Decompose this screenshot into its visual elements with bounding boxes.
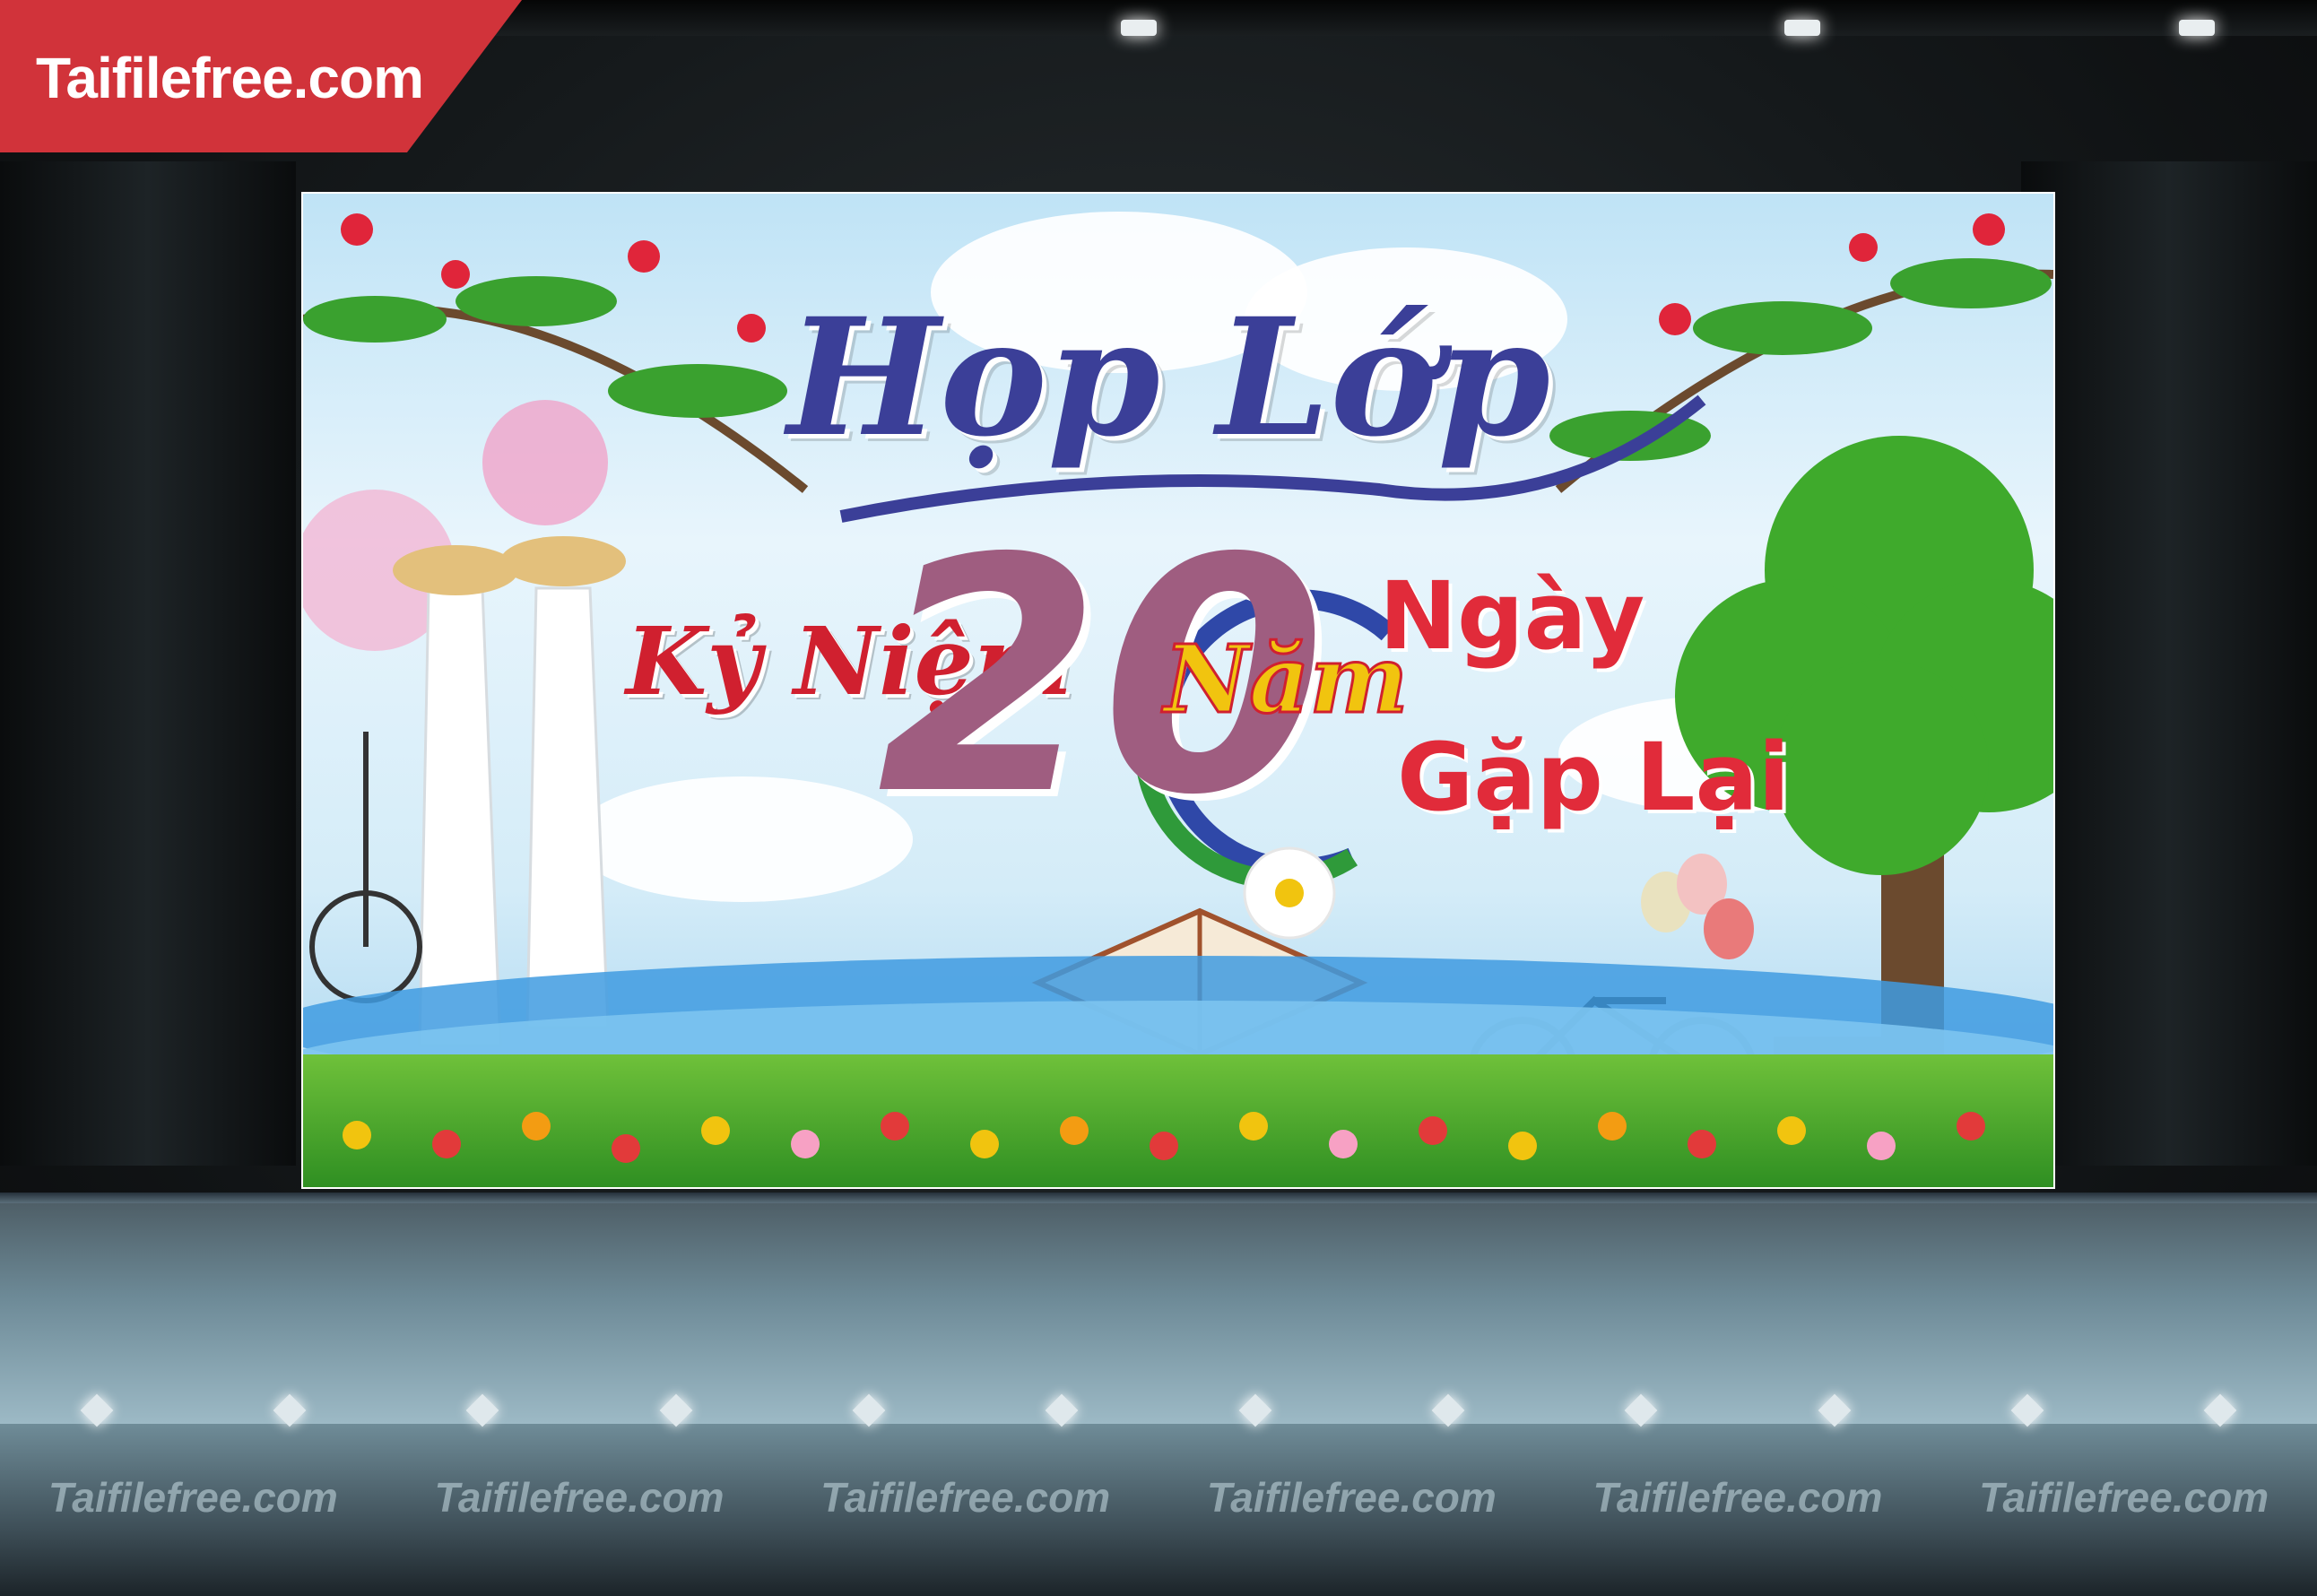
pink-flower [482, 400, 608, 525]
tulip-flowers [343, 1112, 1985, 1163]
watermark: Taifilefree.com [820, 1474, 1111, 1521]
stage-side-panel-right [2021, 161, 2317, 1166]
spotlight [1121, 20, 1157, 36]
watermark: Taifilefree.com [1206, 1474, 1497, 1521]
reunion-banner: Họp Lớp Kỷ Niệm 20 Năm Ngày Gặp Lại [301, 192, 2055, 1189]
daisy-center [1275, 879, 1304, 907]
banner-right-line1: Ngày [1379, 561, 1645, 671]
stage-floor [0, 1193, 2317, 1426]
stage-floor-edge [0, 1193, 2317, 1203]
watermark-row: Taifilefree.com Taifilefree.com Taifilef… [0, 1470, 2317, 1524]
watermark: Taifilefree.com [48, 1474, 338, 1521]
stage-side-panel-left [0, 161, 296, 1166]
banner-title: Họp Lớp [787, 283, 1551, 473]
watermark: Taifilefree.com [1592, 1474, 1883, 1521]
watermark: Taifilefree.com [1979, 1474, 2269, 1521]
left-bicycle [309, 732, 422, 1003]
balloons [1641, 854, 1754, 959]
spotlight [2179, 20, 2215, 36]
banner-right-line2: Gặp Lại [1397, 723, 1791, 832]
stage-front-lights [0, 1393, 2317, 1427]
conical-hat [393, 545, 518, 595]
site-logo-text: Taifilefree.com [36, 46, 424, 110]
conical-hat [500, 536, 626, 586]
watermark: Taifilefree.com [434, 1474, 725, 1521]
spotlight [1784, 20, 1820, 36]
anniversary-unit: Năm [1163, 623, 1410, 736]
